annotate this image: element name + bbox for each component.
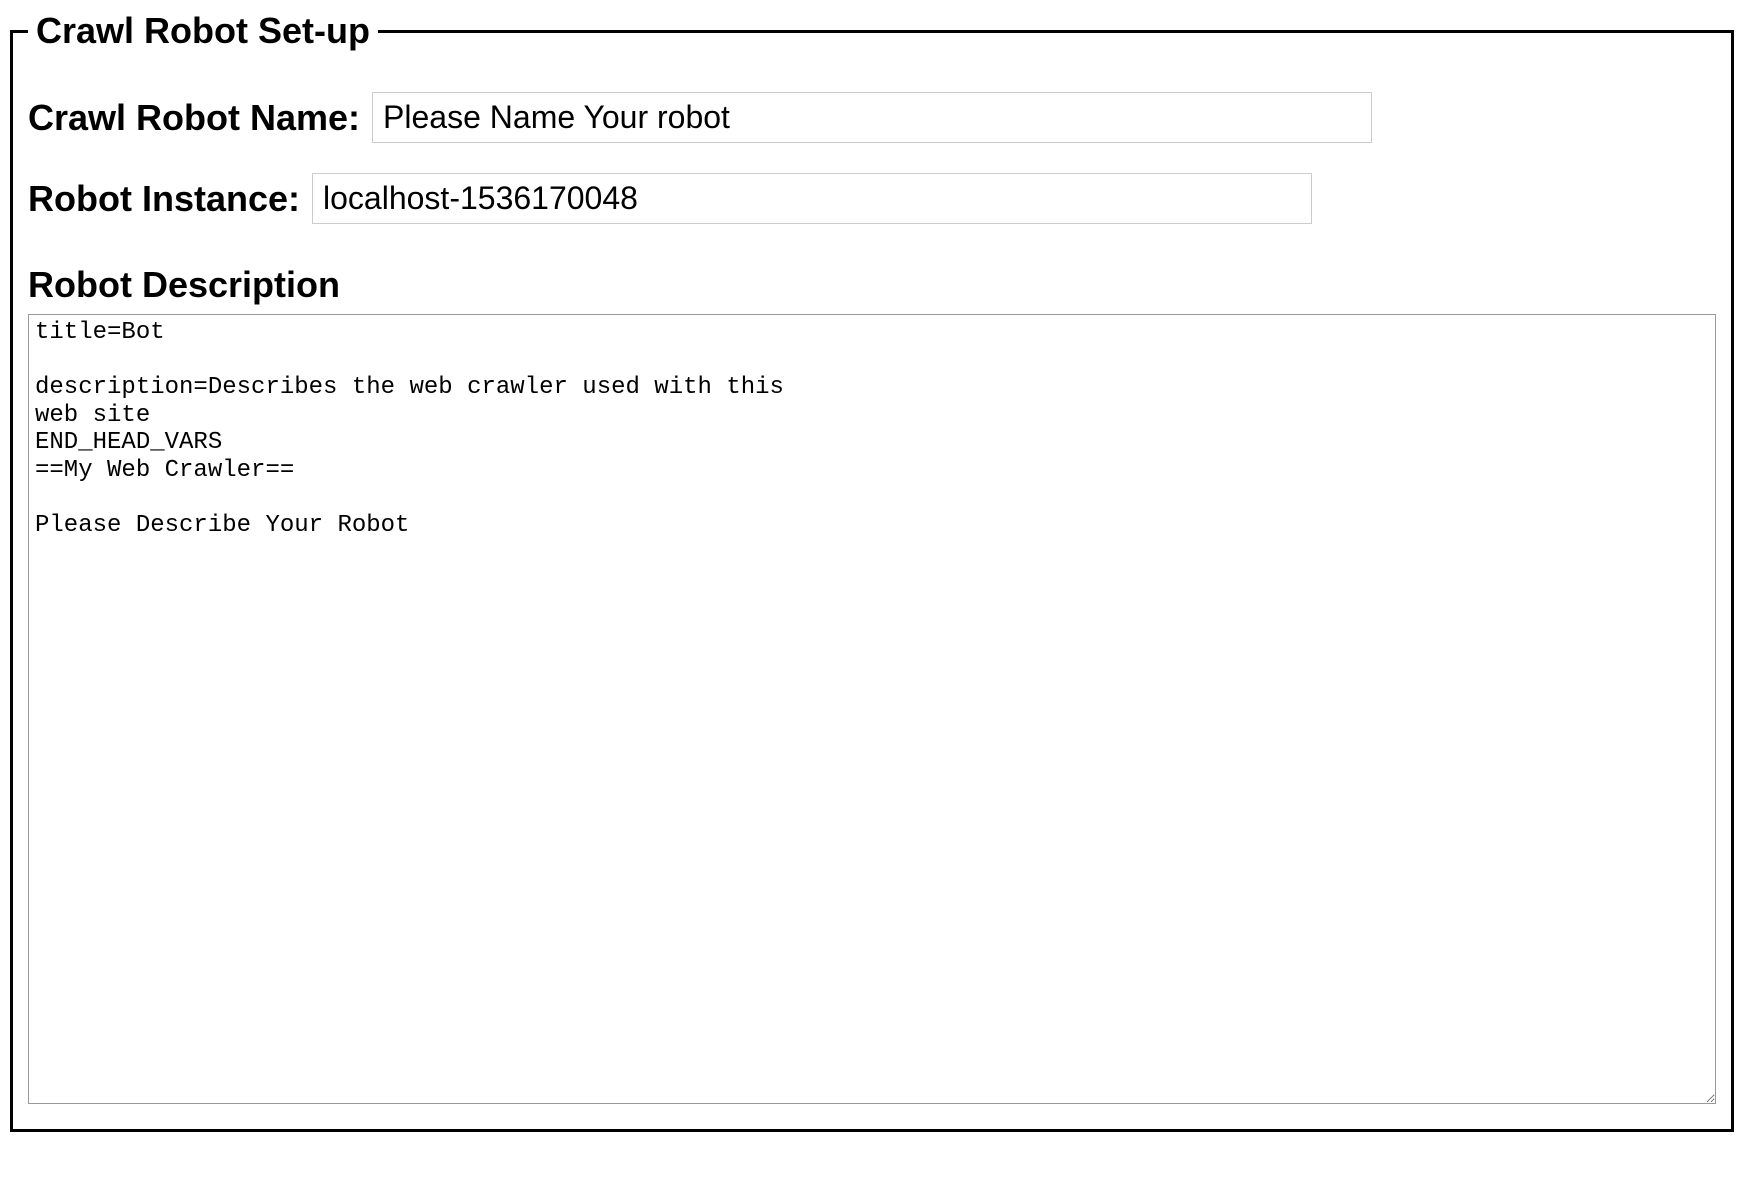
- robot-instance-row: Robot Instance:: [28, 173, 1716, 224]
- robot-name-row: Crawl Robot Name:: [28, 92, 1716, 143]
- robot-instance-label: Robot Instance:: [28, 178, 300, 220]
- robot-name-label: Crawl Robot Name:: [28, 97, 360, 139]
- robot-name-input[interactable]: [372, 92, 1372, 143]
- robot-instance-input[interactable]: [312, 173, 1312, 224]
- fieldset-legend: Crawl Robot Set-up: [28, 10, 378, 52]
- crawl-robot-setup-fieldset: Crawl Robot Set-up Crawl Robot Name: Rob…: [10, 10, 1734, 1132]
- robot-description-heading: Robot Description: [28, 264, 1716, 306]
- robot-description-textarea[interactable]: [28, 314, 1716, 1104]
